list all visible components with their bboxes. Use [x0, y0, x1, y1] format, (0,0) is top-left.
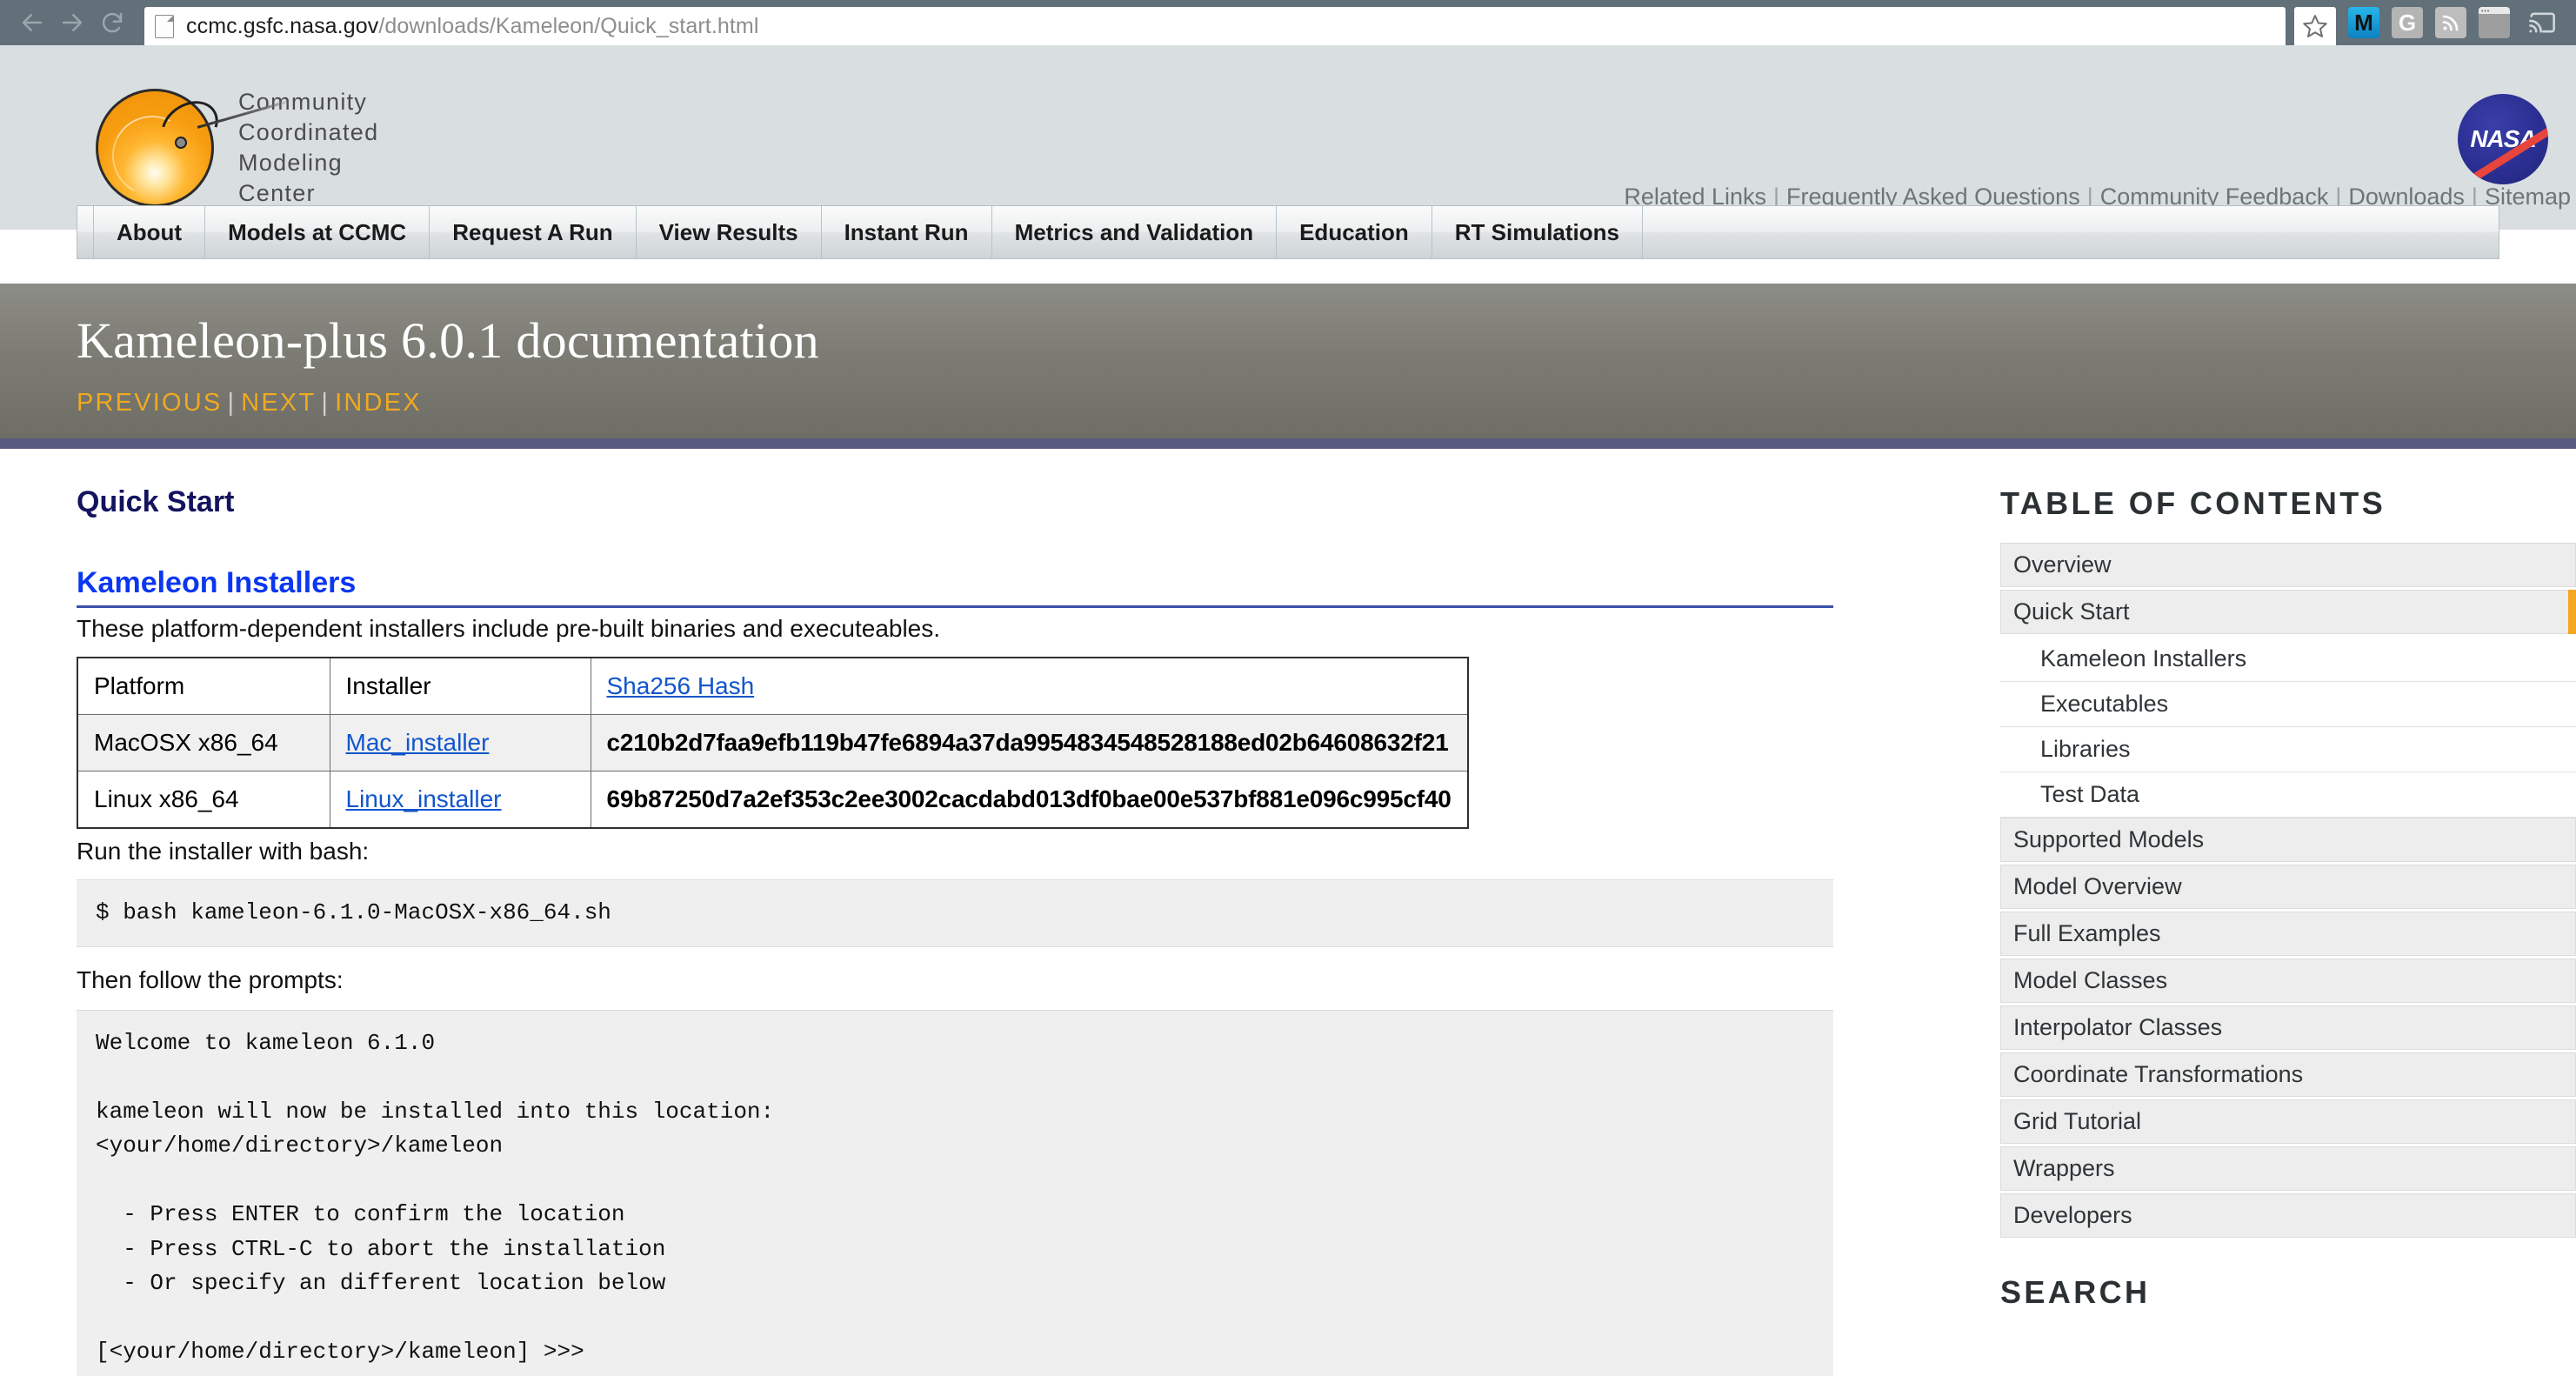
- column-header-installer: Installer: [329, 657, 591, 715]
- nav-item-models-at-ccmc[interactable]: Models at CCMC: [205, 206, 430, 258]
- cell-installer-mac: Mac_installer: [329, 714, 591, 771]
- section-heading-kameleon-installers[interactable]: Kameleon Installers: [77, 566, 1833, 608]
- toc-item-overview[interactable]: Overview: [2000, 543, 2576, 587]
- url-host: ccmc.gsfc.nasa.gov: [186, 13, 379, 38]
- forward-arrow-icon[interactable]: [52, 3, 92, 43]
- cell-platform-macosx: MacOSX x86_64: [77, 714, 330, 771]
- toc-item-test-data[interactable]: Test Data: [2000, 772, 2576, 818]
- site-header: Community Coordinated Modeling Center NA…: [0, 45, 2576, 230]
- main-navigation: About Models at CCMC Request A Run View …: [77, 205, 2499, 259]
- extension-g-icon[interactable]: G: [2392, 7, 2423, 38]
- extension-m-icon[interactable]: M: [2348, 7, 2379, 38]
- nav-item-education[interactable]: Education: [1277, 206, 1432, 258]
- toc-item-quick-start[interactable]: Quick Start: [2000, 590, 2576, 634]
- wordmark-line-2: Coordinated: [238, 119, 379, 146]
- page-title: Quick Start: [77, 485, 235, 518]
- toc-item-wrappers[interactable]: Wrappers: [2000, 1146, 2576, 1191]
- run-command-code-block: $ bash kameleon-6.1.0-MacOSX-x86_64.sh: [77, 879, 1833, 947]
- column-header-sha256-hash: Sha256 Hash: [590, 657, 1469, 715]
- sidebar: TABLE OF CONTENTS Overview Quick Start K…: [2000, 485, 2576, 1376]
- sha256-hash-link[interactable]: Sha256 Hash: [607, 672, 755, 699]
- doc-pager-previous[interactable]: PREVIOUS: [77, 389, 222, 417]
- browser-actions: M G •••: [2294, 0, 2564, 45]
- cell-platform-linux: Linux x86_64: [77, 771, 330, 829]
- doc-title: Kameleon-plus 6.0.1 documentation: [77, 312, 819, 369]
- table-of-contents-list: Overview Quick Start Kameleon Installers…: [2000, 543, 2576, 1238]
- nav-item-instant-run[interactable]: Instant Run: [822, 206, 992, 258]
- nav-item-rt-simulations[interactable]: RT Simulations: [1432, 206, 1644, 258]
- doc-pager-next[interactable]: NEXT: [241, 389, 316, 417]
- search-section-title: SEARCH: [2000, 1274, 2151, 1310]
- section-intro-text: These platform-dependent installers incl…: [77, 615, 941, 642]
- nasa-logo-icon[interactable]: NASA: [2458, 94, 2548, 184]
- doc-pager-index[interactable]: INDEX: [335, 389, 422, 417]
- cell-hash-macosx: c210b2d7faa9efb119b47fe6894a37da99548345…: [590, 714, 1469, 771]
- page-body: Community Coordinated Modeling Center NA…: [0, 45, 2576, 1376]
- column-header-platform: Platform: [77, 657, 330, 715]
- table-row: MacOSX x86_64 Mac_installer c210b2d7faa9…: [77, 714, 1469, 771]
- cell-installer-linux: Linux_installer: [329, 771, 591, 829]
- toc-item-grid-tutorial[interactable]: Grid Tutorial: [2000, 1099, 2576, 1144]
- installers-table: Platform Installer Sha256 Hash MacOSX x8…: [77, 657, 1469, 829]
- terminal-output-block: Welcome to kameleon 6.1.0 kameleon will …: [77, 1009, 1833, 1376]
- url-path: /downloads/Kameleon/Quick_start.html: [378, 13, 759, 38]
- cast-icon[interactable]: [2522, 3, 2562, 43]
- toc-item-full-examples[interactable]: Full Examples: [2000, 912, 2576, 956]
- back-arrow-icon[interactable]: [12, 3, 52, 43]
- nav-item-about[interactable]: About: [93, 206, 206, 258]
- bookmark-star-icon[interactable]: [2294, 7, 2336, 45]
- browser-toolbar: ccmc.gsfc.nasa.gov/downloads/Kameleon/Qu…: [0, 0, 2576, 45]
- url-text: ccmc.gsfc.nasa.gov/downloads/Kameleon/Qu…: [186, 14, 759, 39]
- toc-item-supported-models[interactable]: Supported Models: [2000, 818, 2576, 862]
- wordmark-line-3: Modeling: [238, 150, 343, 177]
- nav-item-view-results[interactable]: View Results: [637, 206, 822, 258]
- ccmc-wordmark: Community Coordinated Modeling Center: [238, 87, 378, 209]
- linux-installer-link[interactable]: Linux_installer: [346, 785, 502, 812]
- mac-installer-link[interactable]: Mac_installer: [346, 729, 490, 756]
- toc-item-model-classes[interactable]: Model Classes: [2000, 959, 2576, 1003]
- address-bar[interactable]: ccmc.gsfc.nasa.gov/downloads/Kameleon/Qu…: [144, 7, 2286, 45]
- table-of-contents-title: TABLE OF CONTENTS: [2000, 485, 2386, 521]
- toc-item-libraries[interactable]: Libraries: [2000, 727, 2576, 772]
- screenshot-window-icon[interactable]: •••: [2479, 7, 2510, 38]
- ccmc-sun-logo-icon: [96, 89, 292, 208]
- toc-item-executables[interactable]: Executables: [2000, 682, 2576, 727]
- rss-feed-icon[interactable]: [2435, 7, 2466, 38]
- run-installer-label: Run the installer with bash:: [77, 838, 370, 865]
- wordmark-line-1: Community: [238, 89, 368, 115]
- nav-item-request-a-run[interactable]: Request A Run: [430, 206, 637, 258]
- page-document-icon: [155, 14, 174, 38]
- toc-item-coordinate-transformations[interactable]: Coordinate Transformations: [2000, 1052, 2576, 1097]
- cell-hash-linux: 69b87250d7a2ef353c2ee3002cacdabd013df0ba…: [590, 771, 1469, 829]
- main-content-column: Quick Start Kameleon Installers These pl…: [0, 485, 2000, 1376]
- toc-item-kameleon-installers[interactable]: Kameleon Installers: [2000, 637, 2576, 682]
- ccmc-logo-block[interactable]: Community Coordinated Modeling Center: [96, 87, 378, 209]
- follow-prompts-label: Then follow the prompts:: [77, 965, 344, 993]
- nav-item-metrics-and-validation[interactable]: Metrics and Validation: [992, 206, 1278, 258]
- toc-item-developers[interactable]: Developers: [2000, 1193, 2576, 1238]
- reload-icon[interactable]: [92, 3, 132, 43]
- toc-item-interpolator-classes[interactable]: Interpolator Classes: [2000, 1005, 2576, 1050]
- toc-item-model-overview[interactable]: Model Overview: [2000, 865, 2576, 909]
- documentation-banner: Kameleon-plus 6.0.1 documentation PREVIO…: [0, 284, 2576, 449]
- doc-pager: PREVIOUS | NEXT | INDEX: [77, 389, 422, 417]
- table-row: Linux x86_64 Linux_installer 69b87250d7a…: [77, 771, 1469, 829]
- table-header-row: Platform Installer Sha256 Hash: [77, 657, 1469, 715]
- content-wrapper: Quick Start Kameleon Installers These pl…: [0, 449, 2576, 1376]
